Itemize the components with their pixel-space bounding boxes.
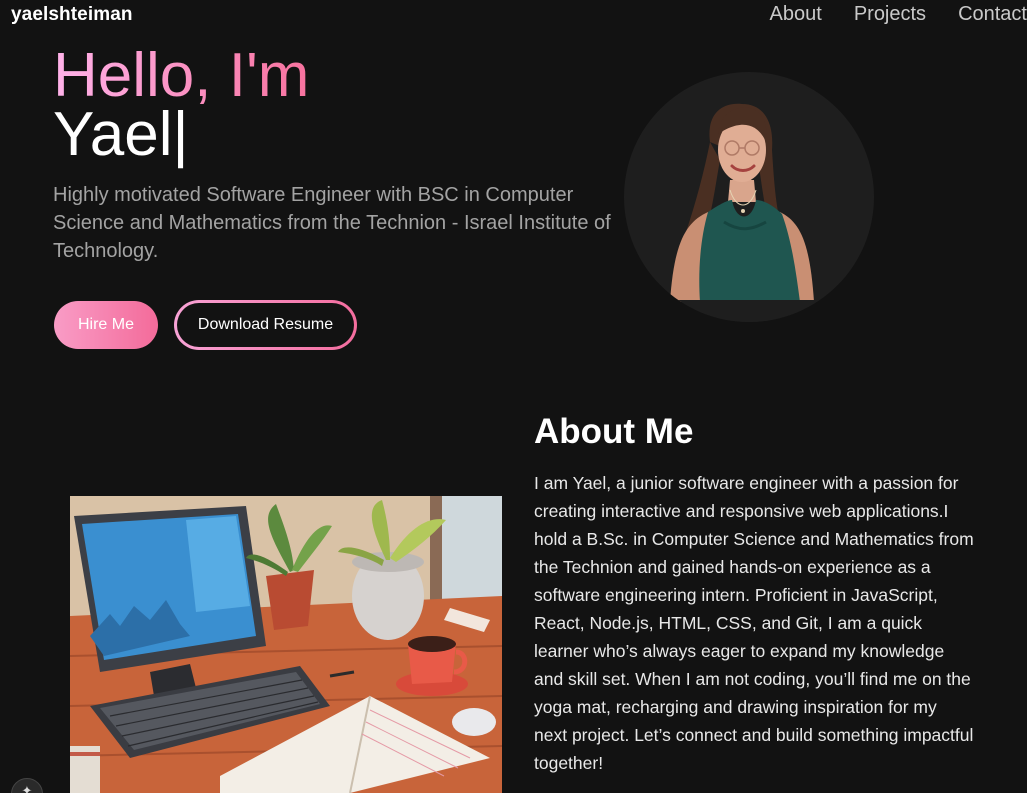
top-nav: About Projects Contact [770,3,1027,26]
hero-name-typing: Yael| [53,100,189,169]
desk-illustration-art [70,496,502,793]
about-text: I am Yael, a junior software engineer wi… [534,473,974,773]
profile-avatar [624,72,874,322]
about-title: About Me [534,412,694,451]
nav-link-about[interactable]: About [770,3,822,26]
profile-photo [624,103,874,322]
download-resume-label: Download Resume [177,303,354,347]
desk-illustration [70,496,502,793]
brand-logo[interactable]: yaelshteiman [11,4,133,26]
download-resume-button[interactable]: Download Resume [174,300,357,350]
page: yaelshteiman About Projects Contact Hell… [0,0,1027,793]
hero-description: Highly motivated Software Engineer with … [53,184,611,262]
nav-link-projects[interactable]: Projects [854,3,926,26]
nav-link-contact[interactable]: Contact [958,3,1027,26]
sparkle-icon[interactable]: ✦ [11,778,43,793]
hire-me-button[interactable]: Hire Me [54,301,158,349]
